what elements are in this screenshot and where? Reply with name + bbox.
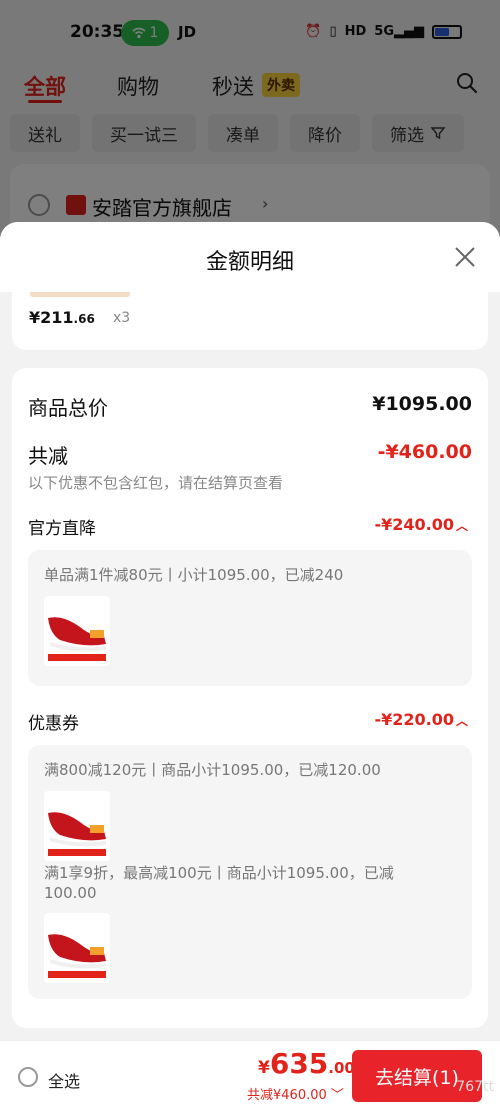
total-price-int: 635 (269, 1047, 329, 1080)
coupon-rule-2-line2: 100.00 (44, 884, 97, 902)
product-image-edge (30, 292, 130, 297)
product-card: ¥211.66 x3 (12, 292, 488, 350)
discount-hint: 以下优惠不包含红包，请在结算页查看 (28, 474, 284, 492)
coupon-rule-2-line1: 满1享9折，最高减100元丨商品小计1095.00，已减 (44, 864, 394, 882)
chevron-up-icon: ︿ (455, 519, 468, 533)
total-price-label: 商品总价 (28, 396, 108, 420)
sheet-header: 金额明细 (0, 222, 500, 292)
product-thumbnail[interactable] (44, 791, 110, 861)
sheet-title: 金额明细 (205, 250, 294, 275)
product-price-dec: .66 (73, 312, 95, 326)
product-thumbnail[interactable] (44, 596, 110, 666)
product-thumbnail[interactable] (44, 913, 110, 983)
close-icon[interactable] (454, 246, 476, 268)
select-all-radio[interactable] (18, 1067, 38, 1087)
coupon-label: 优惠券 (28, 714, 79, 734)
product-price: ¥211.66 (29, 308, 95, 327)
total-discount-text: 共减¥460.00 (247, 1088, 327, 1103)
total-discount-label: 共减 (28, 444, 68, 468)
coupon-detail: 满800减120元丨商品小计1095.00，已减120.00 满1享9折，最高减… (28, 745, 472, 999)
product-price-symbol: ¥ (29, 308, 41, 327)
total-discount-value: -¥460.00 (377, 441, 472, 463)
coupon-value: -¥220.00 (374, 710, 454, 729)
product-price-int: 211 (40, 308, 74, 327)
product-quantity: x3 (113, 310, 131, 326)
total-payable: ¥635.00 (258, 1047, 355, 1080)
official-drop-rule: 单品满1件减80元丨小计1095.00，已减240 (44, 566, 344, 584)
red-shoe-image (48, 812, 106, 856)
chevron-up-icon: ︿ (455, 714, 468, 728)
total-price-value: ¥1095.00 (372, 393, 472, 415)
red-shoe-image (48, 934, 106, 978)
total-price-symbol: ¥ (258, 1058, 270, 1078)
official-drop-detail: 单品满1件减80元丨小计1095.00，已减240 (28, 550, 472, 686)
watermark: 767tt (456, 1079, 494, 1095)
official-drop-value: -¥240.00 (374, 515, 454, 534)
checkout-bar: 全选 ¥635.00 共减¥460.00 ﹀ 去结算(1) 767tt (0, 1040, 500, 1111)
total-discount-summary[interactable]: 共减¥460.00 ﹀ (247, 1084, 344, 1103)
official-drop-label: 官方直降 (28, 519, 96, 539)
select-all-label[interactable]: 全选 (48, 1068, 80, 1092)
red-shoe-image (48, 617, 106, 661)
price-detail-card: 商品总价 ¥1095.00 共减 -¥460.00 以下优惠不包含红包，请在结算… (12, 368, 488, 1028)
coupon-rule-1: 满800减120元丨商品小计1095.00，已减120.00 (44, 761, 381, 779)
coupon-toggle[interactable]: -¥220.00 ︿ (374, 710, 468, 729)
official-drop-toggle[interactable]: -¥240.00 ︿ (374, 515, 468, 534)
total-price-dec: .00 (328, 1059, 355, 1077)
amount-detail-sheet: 金额明细 ¥211.66 x3 商品总价 ¥1095.00 共减 -¥460.0… (0, 222, 500, 1040)
chevron-down-icon: ﹀ (330, 1088, 344, 1103)
